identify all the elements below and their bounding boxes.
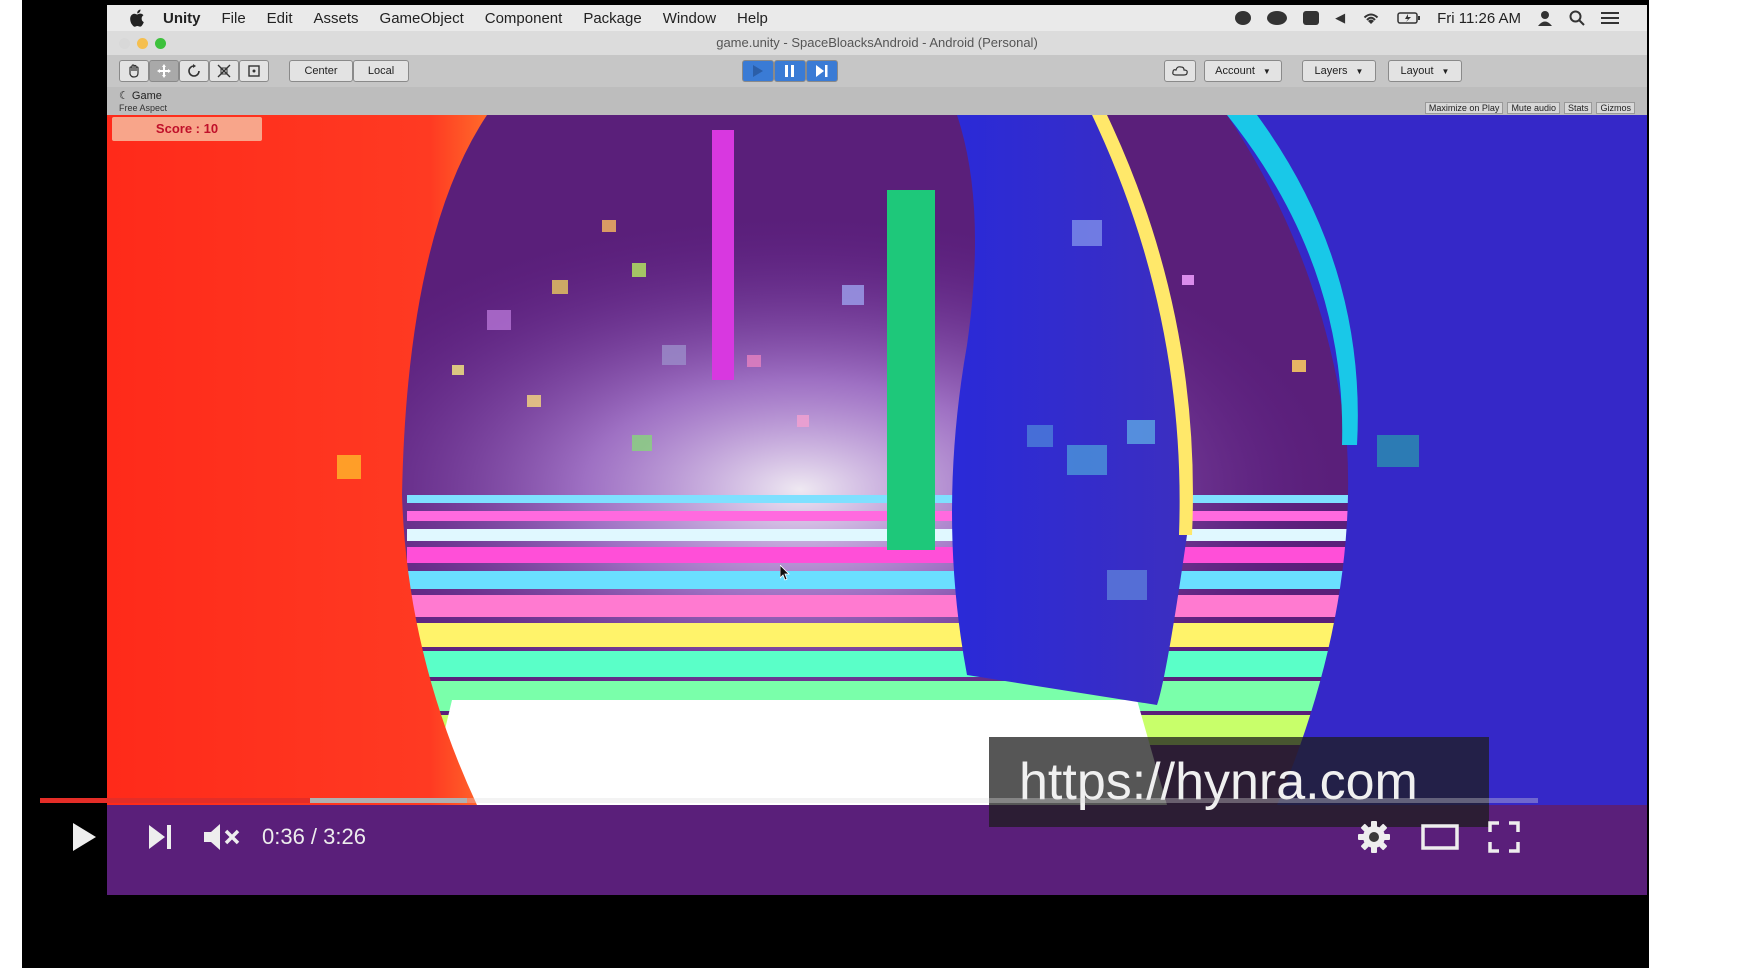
maximize-on-play-toggle[interactable]: Maximize on Play xyxy=(1424,102,1504,114)
record-icon[interactable] xyxy=(1235,11,1252,25)
game-view-header: ☾ Game Free Aspect Maximize on Play Mute… xyxy=(107,87,1647,115)
video-player[interactable]: Unity File Edit Assets GameObject Compon… xyxy=(22,0,1649,968)
window-close-button[interactable] xyxy=(119,38,130,49)
next-button[interactable] xyxy=(140,817,180,857)
layout-dropdown[interactable]: Layout ▼ xyxy=(1388,60,1462,82)
layout-label: Layout xyxy=(1400,65,1434,77)
scale-tool-button[interactable] xyxy=(209,60,239,82)
apple-icon xyxy=(130,9,144,27)
menu-edit[interactable]: Edit xyxy=(267,10,293,27)
mute-button[interactable] xyxy=(200,817,244,857)
gear-icon xyxy=(1358,821,1390,853)
display-icon[interactable] xyxy=(1303,11,1320,25)
play-button[interactable] xyxy=(64,817,104,857)
theater-mode-icon xyxy=(1421,824,1459,850)
rotate-icon xyxy=(188,64,200,77)
settings-button[interactable] xyxy=(1354,817,1394,857)
layers-label: Layers xyxy=(1314,65,1348,77)
menu-package[interactable]: Package xyxy=(583,10,641,27)
game-tab-label: Game xyxy=(131,90,162,102)
unity-window-titlebar: game.unity - SpaceBloacksAndroid - Andro… xyxy=(107,31,1647,55)
menubar-clock[interactable]: Fri 11:26 AM xyxy=(1437,10,1521,27)
mouse-cursor-icon xyxy=(780,565,790,581)
player-controls: 0:36 / 3:26 xyxy=(22,785,1649,968)
next-icon xyxy=(149,825,171,849)
volume-icon[interactable]: ◀ xyxy=(1335,10,1345,26)
move-tool-button[interactable] xyxy=(149,60,179,82)
volume-muted-icon xyxy=(204,824,240,850)
wifi-icon[interactable] xyxy=(1361,10,1381,26)
step-button[interactable] xyxy=(806,60,838,82)
menu-help[interactable]: Help xyxy=(737,10,768,27)
hand-tool-button[interactable] xyxy=(119,60,149,82)
green-pillar xyxy=(887,190,935,550)
mac-menubar: Unity File Edit Assets GameObject Compon… xyxy=(107,5,1647,31)
rotate-tool-button[interactable] xyxy=(179,60,209,82)
step-icon xyxy=(816,65,828,77)
pivot-local-label: Local xyxy=(367,65,395,77)
window-minimize-button[interactable] xyxy=(137,38,148,49)
pivot-center-toggle[interactable]: Center xyxy=(289,60,353,82)
menu-window[interactable]: Window xyxy=(663,10,716,27)
rect-tool-button[interactable] xyxy=(239,60,269,82)
rect-tool-icon xyxy=(248,65,260,77)
unity-toolbar: Center Local Account ▼ Layers ▼ Layout ▼ xyxy=(107,55,1647,87)
window-title: game.unity - SpaceBloacksAndroid - Andro… xyxy=(716,35,1038,50)
scale-icon xyxy=(217,64,231,78)
aspect-dropdown[interactable]: Free Aspect xyxy=(119,103,167,113)
magenta-pillar xyxy=(712,130,734,380)
eye-icon[interactable] xyxy=(1267,11,1288,25)
time-display: 0:36 / 3:26 xyxy=(262,824,366,849)
window-zoom-button[interactable] xyxy=(155,38,166,49)
score-display: Score : 10 xyxy=(112,117,262,141)
play-triangle-icon xyxy=(753,65,763,77)
battery-icon[interactable] xyxy=(1397,11,1421,25)
mute-audio-toggle[interactable]: Mute audio xyxy=(1507,102,1560,114)
theater-mode-button[interactable] xyxy=(1419,817,1461,857)
pause-icon xyxy=(785,65,794,77)
chevron-down-icon: ▼ xyxy=(1355,66,1364,76)
menu-assets[interactable]: Assets xyxy=(314,10,359,27)
menu-app-name[interactable]: Unity xyxy=(163,10,201,27)
move-icon xyxy=(157,64,171,78)
notification-center-icon[interactable] xyxy=(1601,11,1619,25)
menubar-tray: ◀ Fri 11:26 AM xyxy=(1235,5,1619,31)
play-icon xyxy=(73,823,96,851)
chevron-down-icon: ▼ xyxy=(1262,66,1271,76)
progress-bar[interactable] xyxy=(40,798,1538,803)
play-mode-button[interactable] xyxy=(742,60,774,82)
gizmos-dropdown[interactable]: Gizmos xyxy=(1596,102,1635,114)
game-tab[interactable]: ☾ Game xyxy=(119,89,162,102)
progress-played xyxy=(40,798,310,803)
chevron-down-icon: ▼ xyxy=(1441,66,1450,76)
menu-component[interactable]: Component xyxy=(485,10,563,27)
game-view-options: Maximize on Play Mute audio Stats Gizmos xyxy=(1424,102,1635,114)
account-dropdown[interactable]: Account ▼ xyxy=(1204,60,1282,82)
menu-file[interactable]: File xyxy=(222,10,246,27)
fullscreen-button[interactable] xyxy=(1484,817,1524,857)
spotlight-search-icon[interactable] xyxy=(1569,10,1585,26)
account-label: Account xyxy=(1215,65,1255,77)
pause-button[interactable] xyxy=(774,60,806,82)
stats-toggle[interactable]: Stats xyxy=(1563,102,1593,114)
hand-icon xyxy=(129,64,139,78)
collab-cloud-button[interactable] xyxy=(1164,60,1196,82)
layers-dropdown[interactable]: Layers ▼ xyxy=(1302,60,1376,82)
cloud-icon xyxy=(1172,66,1188,76)
pivot-center-label: Center xyxy=(304,65,338,77)
fullscreen-icon xyxy=(1488,821,1520,853)
menu-gameobject[interactable]: GameObject xyxy=(380,10,464,27)
user-icon[interactable] xyxy=(1537,10,1553,26)
pivot-local-toggle[interactable]: Local xyxy=(353,60,409,82)
